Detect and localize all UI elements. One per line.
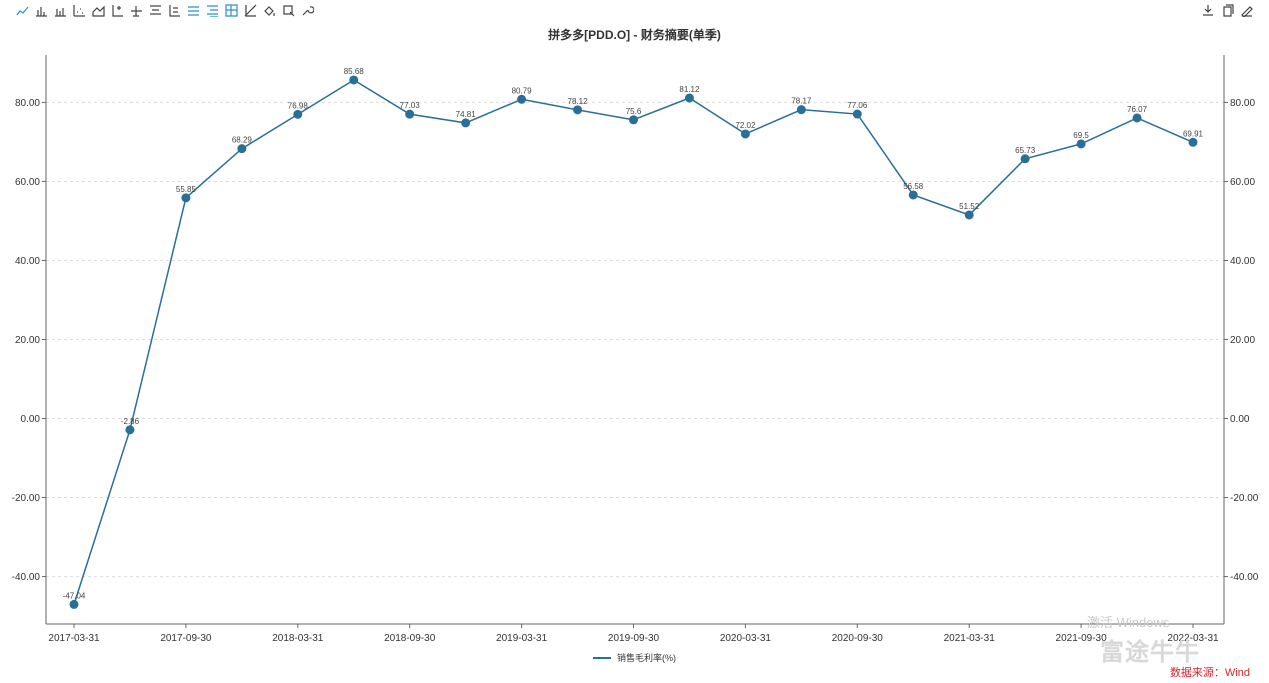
chart-legend[interactable]: 销售毛利率(%) (0, 651, 1269, 664)
line-chart: -40.00 -40.00 -20.00 -20.00 0.00 0.00 20.00 20.… (12, 55, 1259, 644)
data-point[interactable] (1132, 113, 1142, 123)
data-label: 51.52 (959, 202, 980, 211)
data-label: 65.73 (1015, 146, 1036, 155)
windows-activation-watermark: 激活 Windows (1087, 615, 1170, 630)
data-label: 80.79 (512, 86, 533, 95)
data-label: -47.04 (63, 591, 86, 600)
data-point[interactable] (796, 105, 806, 115)
data-point[interactable] (349, 75, 359, 85)
data-label: 56.58 (903, 182, 924, 191)
data-label: 69.91 (1183, 129, 1204, 138)
y-tick-label-left: -20.00 (12, 493, 41, 504)
x-tick-label: 2019-03-31 (496, 633, 548, 644)
data-label: 68.29 (232, 136, 253, 145)
data-label: 78.17 (791, 97, 812, 106)
y-tick-label-left: 40.00 (15, 256, 40, 267)
x-tick-label: 2017-03-31 (48, 633, 100, 644)
data-point[interactable] (964, 210, 974, 220)
x-tick-label: 2017-09-30 (160, 633, 212, 644)
y-tick-label-right: -20.00 (1230, 493, 1259, 504)
data-point[interactable] (1076, 139, 1086, 149)
data-label: 72.02 (735, 121, 756, 130)
data-label: 76.98 (288, 101, 309, 110)
data-label: 69.5 (1073, 131, 1089, 140)
data-source-note: 数据来源：Wind (1169, 667, 1250, 679)
y-tick-label-left: 0.00 (21, 414, 41, 425)
data-point[interactable] (405, 109, 415, 119)
data-point[interactable] (573, 105, 583, 115)
data-label: 74.81 (456, 110, 477, 119)
data-point[interactable] (461, 118, 471, 128)
data-point[interactable] (1020, 154, 1030, 164)
data-label: 81.12 (679, 85, 700, 94)
x-tick-label: 2020-03-31 (720, 633, 772, 644)
y-tick-label-right: 20.00 (1230, 335, 1255, 346)
data-label: -2.86 (121, 417, 140, 426)
data-point[interactable] (181, 193, 191, 203)
data-label: 77.03 (400, 101, 421, 110)
data-label: 76.07 (1127, 105, 1148, 114)
data-point[interactable] (125, 425, 135, 435)
y-tick-label-left: 80.00 (15, 98, 40, 109)
x-tick-label: 2018-03-31 (272, 633, 324, 644)
brand-watermark: 富途牛牛 (1100, 639, 1200, 666)
y-tick-label-right: 80.00 (1230, 98, 1255, 109)
data-point[interactable] (517, 94, 527, 104)
x-tick-label: 2018-09-30 (384, 633, 436, 644)
x-tick-label: 2021-03-31 (944, 633, 996, 644)
legend-label: 销售毛利率(%) (617, 653, 676, 663)
data-point[interactable] (740, 129, 750, 139)
data-point[interactable] (908, 190, 918, 200)
y-tick-label-right: 60.00 (1230, 177, 1255, 188)
y-tick-label-right: -40.00 (1230, 572, 1259, 583)
data-point[interactable] (852, 109, 862, 119)
data-point[interactable] (293, 109, 303, 119)
data-point[interactable] (629, 115, 638, 125)
y-tick-label-left: 20.00 (15, 335, 40, 346)
data-label: 85.68 (344, 67, 365, 76)
data-label: 55.85 (176, 185, 197, 194)
data-label: 75.6 (626, 107, 642, 116)
x-tick-label: 2019-09-30 (608, 633, 660, 644)
y-tick-label-left: -40.00 (12, 572, 41, 583)
data-point[interactable] (684, 93, 694, 103)
data-point[interactable] (69, 599, 79, 609)
x-tick-label: 2020-09-30 (832, 633, 884, 644)
y-tick-label-left: 60.00 (15, 177, 40, 188)
y-tick-label-right: 40.00 (1230, 256, 1255, 267)
legend-swatch (593, 656, 611, 659)
y-tick-label-right: 0.00 (1230, 414, 1250, 425)
data-point[interactable] (1188, 137, 1198, 147)
data-label: 78.12 (568, 97, 589, 106)
data-point[interactable] (237, 144, 247, 154)
data-label: 77.06 (847, 101, 868, 110)
